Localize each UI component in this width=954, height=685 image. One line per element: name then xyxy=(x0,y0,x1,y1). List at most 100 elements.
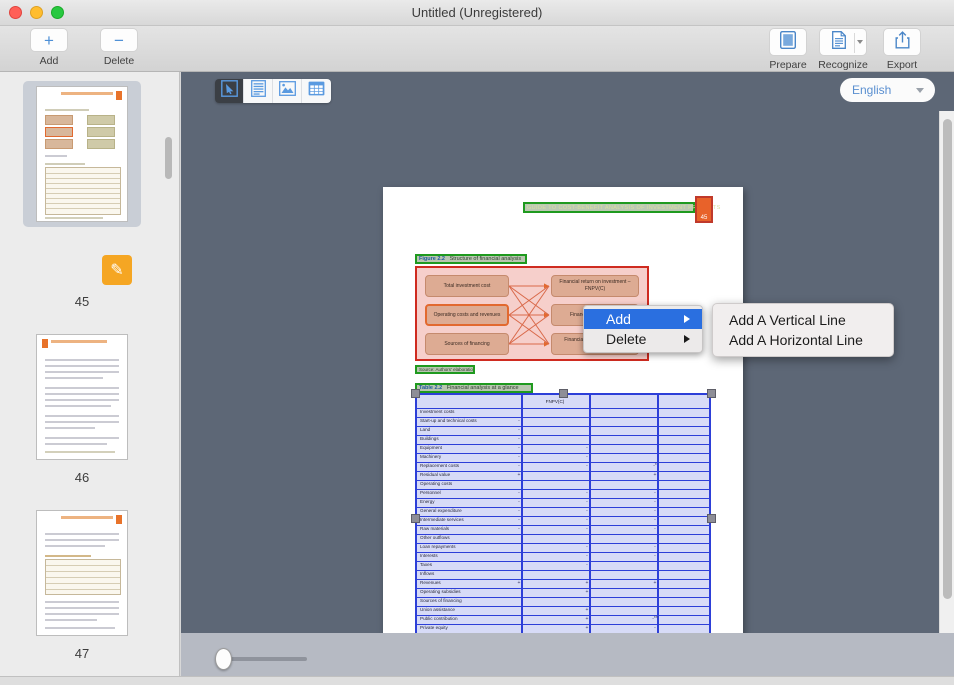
table-cell-mark: - xyxy=(583,553,591,559)
main-toolbar: + Add − Delete Prepare xyxy=(0,26,954,72)
page-number-45: 45 xyxy=(23,294,141,309)
table-row-divider[interactable] xyxy=(417,552,709,553)
table-row-divider[interactable] xyxy=(417,606,709,607)
table-cell-mark: - xyxy=(651,526,659,532)
delete-button-surface: − xyxy=(100,28,138,52)
table-row: Interests xyxy=(420,553,438,559)
table-row-divider[interactable] xyxy=(417,462,709,463)
table-row-divider[interactable] xyxy=(417,426,709,427)
chevron-down-icon[interactable] xyxy=(857,40,863,44)
table-row-divider[interactable] xyxy=(417,408,709,409)
context-menu-add-label: Add xyxy=(606,311,631,327)
table-row-divider[interactable] xyxy=(417,435,709,436)
table-cell-mark: - xyxy=(651,490,659,496)
resize-handle-top-center[interactable] xyxy=(559,389,568,398)
table-cell-mark: + xyxy=(515,472,523,478)
text-lines-icon xyxy=(251,80,266,102)
figure-caption-label: Figure 2.2 xyxy=(419,256,445,262)
table-row-divider[interactable] xyxy=(417,453,709,454)
recognized-table-zone[interactable]: FNPV(C) Investment costsStart-up and tec… xyxy=(415,393,711,645)
table-cell-mark: -* xyxy=(651,463,659,469)
resize-handle-top-right[interactable] xyxy=(707,389,716,398)
triangle-right-icon xyxy=(684,315,690,323)
document-lines-icon xyxy=(832,31,846,54)
figure-caption-zone[interactable]: Figure 2.2 Structure of financial analys… xyxy=(415,254,527,264)
document-header-text: GUIDE TO COST-BENEFIT ANALYSIS OF INVEST… xyxy=(527,204,721,212)
table-row: Taxes xyxy=(420,562,432,568)
export-button[interactable]: Export xyxy=(874,28,930,71)
submenu-item-add-horizontal-line[interactable]: Add A Horizontal Line xyxy=(713,330,893,350)
table-row-divider[interactable] xyxy=(417,624,709,625)
table-cell-mark: - xyxy=(515,454,523,460)
table-row-divider[interactable] xyxy=(417,561,709,562)
prepare-button[interactable]: Prepare xyxy=(760,28,816,71)
table-row-divider[interactable] xyxy=(417,498,709,499)
table-zone-tool-button[interactable] xyxy=(302,79,331,103)
page-thumbnail-46[interactable] xyxy=(36,334,128,460)
submenu-item-add-vertical-line[interactable]: Add A Vertical Line xyxy=(713,310,893,330)
table-row-divider[interactable] xyxy=(417,471,709,472)
context-menu-delete-label: Delete xyxy=(606,331,646,347)
zoom-slider-track[interactable] xyxy=(219,657,307,661)
table-row: Inflows xyxy=(420,571,434,577)
select-tool-button[interactable] xyxy=(215,79,244,103)
vertical-scrollbar-thumb[interactable] xyxy=(943,119,952,599)
context-menu[interactable]: Add Delete xyxy=(583,305,703,353)
table-row-divider[interactable] xyxy=(417,444,709,445)
table-row-divider[interactable] xyxy=(417,534,709,535)
resize-handle-middle-left[interactable] xyxy=(411,514,420,523)
app-window: Untitled (Unregistered) + Add − Delete xyxy=(0,0,954,685)
table-cell-mark: -** xyxy=(651,616,659,622)
table-row: Personnel xyxy=(420,490,441,496)
text-zone-tool-button[interactable] xyxy=(244,79,273,103)
context-submenu-add[interactable]: Add A Vertical Line Add A Horizontal Lin… xyxy=(712,303,894,357)
zone-tool-segmented-control[interactable] xyxy=(215,79,331,103)
table-cell-mark: + xyxy=(515,580,523,586)
image-zone-tool-button[interactable] xyxy=(273,79,302,103)
recognize-button[interactable]: Recognize xyxy=(815,28,871,71)
table-cell-mark: - xyxy=(515,508,523,514)
text-zone-header[interactable]: GUIDE TO COST-BENEFIT ANALYSIS OF INVEST… xyxy=(523,202,695,213)
table-row: Replacement costs xyxy=(420,463,459,469)
delete-page-button[interactable]: − Delete xyxy=(88,28,150,67)
page-canvas[interactable]: GUIDE TO COST-BENEFIT ANALYSIS OF INVEST… xyxy=(181,111,954,666)
view-toolbar: English xyxy=(181,72,954,111)
table-row-divider[interactable] xyxy=(417,615,709,616)
table-row-divider[interactable] xyxy=(417,579,709,580)
table-caption-zone[interactable]: Table 2.2 Financial analysis at a glance xyxy=(415,383,533,393)
table-cell-mark: - xyxy=(515,436,523,442)
chevron-down-icon xyxy=(916,88,924,93)
table-cell-mark: - xyxy=(583,526,591,532)
document-page[interactable]: GUIDE TO COST-BENEFIT ANALYSIS OF INVEST… xyxy=(383,187,743,666)
table-row-divider[interactable] xyxy=(417,480,709,481)
context-menu-item-delete[interactable]: Delete xyxy=(584,329,702,349)
table-row: Operating subsidies xyxy=(420,589,461,595)
thumb-figure-box xyxy=(45,115,73,125)
table-row-divider[interactable] xyxy=(417,489,709,490)
resize-handle-top-left[interactable] xyxy=(411,389,420,398)
table-cell-mark: - xyxy=(515,445,523,451)
table-cell-mark: - xyxy=(515,463,523,469)
language-select[interactable]: English xyxy=(840,78,935,102)
add-page-button[interactable]: + Add xyxy=(18,28,80,67)
document-page-number[interactable]: 45 xyxy=(695,196,713,223)
table-caption-text: Financial analysis at a glance xyxy=(447,385,519,391)
table-row-divider[interactable] xyxy=(417,543,709,544)
edit-page-badge[interactable]: ✎ xyxy=(102,255,132,285)
figure-source-zone[interactable]: Source: Authors' elaboration xyxy=(415,365,475,374)
table-cell-mark: + xyxy=(583,589,591,595)
sidebar-scrollbar-thumb[interactable] xyxy=(165,137,172,179)
zoom-slider-knob[interactable] xyxy=(215,648,232,670)
context-menu-item-add[interactable]: Add xyxy=(584,309,702,329)
table-cell-mark: - xyxy=(515,418,523,424)
page-thumbnail-45[interactable] xyxy=(36,86,128,222)
export-button-label: Export xyxy=(874,59,930,71)
thumb-figure-box xyxy=(45,127,73,137)
language-select-value: English xyxy=(852,83,891,97)
page-thumbnail-sidebar[interactable]: ✎ 45 46 xyxy=(0,72,180,685)
resize-handle-middle-right[interactable] xyxy=(707,514,716,523)
table-row-divider[interactable] xyxy=(417,525,709,526)
page-thumbnail-47[interactable] xyxy=(36,510,128,636)
vertical-scrollbar[interactable] xyxy=(939,111,954,666)
table-row-divider[interactable] xyxy=(417,570,709,571)
